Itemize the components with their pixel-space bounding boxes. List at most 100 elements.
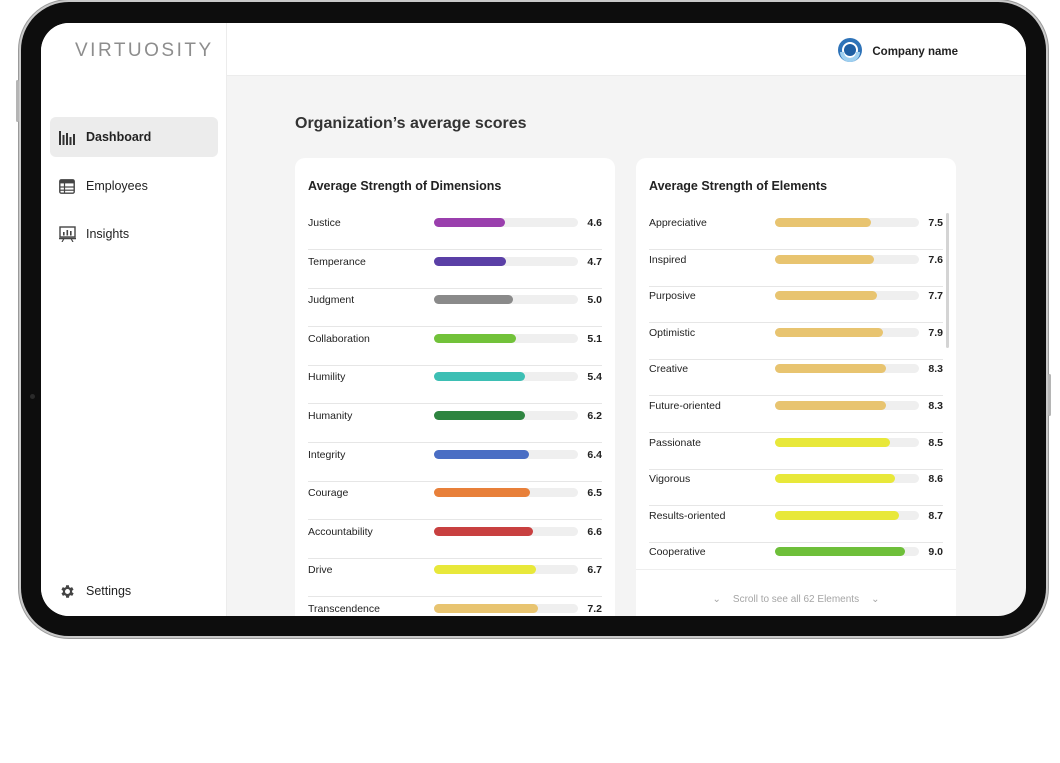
score-row: Courage 6.5	[308, 482, 602, 521]
score-bar-fill	[775, 364, 886, 374]
score-label: Results-oriented	[649, 509, 726, 522]
sidebar-item-employees[interactable]: Employees	[50, 166, 218, 206]
score-bar-fill	[434, 411, 525, 420]
score-row: Integrity 6.4	[308, 444, 602, 482]
score-bar-fill	[775, 254, 875, 264]
scrollbar[interactable]	[946, 213, 949, 348]
score-bar-fill	[434, 256, 506, 266]
chevron-down-icon: ⌄	[712, 593, 721, 605]
score-bar-fill	[434, 372, 525, 382]
score-value: 8.6	[928, 473, 943, 486]
page-title: Organization’s average scores	[295, 115, 527, 132]
score-row: Appreciative 7.5	[649, 212, 943, 250]
score-bar-fill	[775, 437, 891, 447]
score-label: Courage	[308, 487, 349, 500]
score-row: Purposive 7.7	[649, 285, 943, 324]
score-row: Justice 4.6	[308, 212, 602, 250]
score-value: 6.4	[587, 448, 602, 461]
bar-chart-icon	[58, 128, 76, 146]
score-label: Humanity	[308, 410, 353, 422]
score-label: Passionate	[649, 436, 701, 449]
score-bar-track	[434, 411, 578, 420]
card-title: Average Strength of Elements	[649, 179, 828, 193]
score-row: Humility 5.4	[308, 366, 602, 405]
top-bar: Company name	[227, 23, 1026, 76]
score-row: Future-oriented 8.3	[649, 395, 943, 433]
score-value: 6.2	[587, 410, 602, 422]
score-label: Appreciative	[649, 217, 707, 229]
scroll-hint-text: Scroll to see all 62 Elements	[732, 593, 860, 605]
score-bar-fill	[434, 604, 538, 613]
score-bar-fill	[434, 218, 505, 227]
score-row: Judgment 5.0	[308, 289, 602, 328]
scroll-hint[interactable]: ⌄ Scroll to see all 62 Elements ⌄	[636, 569, 956, 616]
score-label: Temperance	[308, 255, 366, 268]
score-row: Optimistic 7.9	[649, 322, 943, 360]
score-value: 7.6	[928, 253, 943, 266]
score-value: 7.9	[928, 326, 943, 339]
elements-card: Average Strength of Elements Appreciativ…	[636, 158, 956, 616]
score-bar-track	[434, 449, 578, 459]
score-value: 7.2	[587, 603, 602, 615]
score-label: Future-oriented	[649, 400, 721, 412]
side-button	[16, 80, 19, 122]
score-bar-fill	[775, 547, 905, 557]
score-row: Humanity 6.2	[308, 405, 602, 443]
score-bar-track	[434, 604, 578, 613]
score-bar-track	[434, 372, 578, 382]
score-label: Accountability	[308, 525, 373, 538]
score-label: Drive	[308, 564, 333, 577]
score-bar-track	[775, 510, 919, 520]
company-switcher[interactable]: Company name	[837, 37, 958, 66]
score-bar-track	[434, 218, 578, 227]
company-logo-icon	[837, 37, 863, 66]
score-value: 5.4	[587, 371, 602, 384]
score-value: 8.5	[928, 436, 943, 449]
side-button-right	[1048, 374, 1051, 416]
sidebar-item-insights[interactable]: Insights	[50, 214, 218, 254]
camera	[30, 394, 35, 399]
score-bar-track	[434, 333, 578, 343]
score-row: Vigorous 8.6	[649, 468, 943, 507]
score-value: 4.6	[587, 217, 602, 229]
score-row: Drive 6.7	[308, 559, 602, 598]
score-bar-fill	[434, 565, 537, 575]
score-value: 5.0	[587, 294, 602, 307]
score-bar-track	[434, 488, 578, 498]
card-title: Average Strength of Dimensions	[308, 179, 502, 193]
chevron-down-icon: ⌄	[871, 593, 880, 605]
sidebar-item-settings[interactable]: Settings	[50, 571, 218, 611]
screen: VIRTUOSITY Dashboard Employees Insights …	[41, 23, 1026, 616]
sidebar-item-label: Settings	[86, 584, 132, 598]
score-bar-fill	[775, 510, 899, 520]
score-label: Cooperative	[649, 546, 706, 559]
sidebar: VIRTUOSITY Dashboard Employees Insights …	[41, 23, 227, 616]
score-value: 6.5	[587, 487, 602, 500]
score-bar-track	[775, 291, 919, 301]
dimensions-card: Average Strength of Dimensions Justice 4.…	[295, 158, 615, 616]
presentation-icon	[58, 225, 76, 243]
logo: VIRTUOSITY	[75, 40, 214, 61]
score-label: Creative	[649, 363, 689, 376]
score-bar-fill	[775, 401, 886, 410]
score-value: 5.1	[587, 332, 602, 345]
score-value: 6.6	[587, 525, 602, 538]
sidebar-item-dashboard[interactable]: Dashboard	[50, 117, 218, 157]
score-value: 8.7	[928, 509, 943, 522]
score-row: Transcendence 7.2	[308, 598, 602, 616]
score-label: Collaboration	[308, 332, 370, 345]
score-value: 8.3	[928, 400, 943, 412]
gear-icon	[58, 582, 76, 600]
score-bar-fill	[434, 526, 534, 536]
score-bar-track	[775, 254, 919, 264]
score-row: Accountability 6.6	[308, 521, 602, 559]
score-row: Collaboration 5.1	[308, 328, 602, 366]
score-bar-fill	[775, 218, 872, 227]
score-label: Justice	[308, 217, 341, 229]
score-row: Results-oriented 8.7	[649, 505, 943, 543]
score-value: 7.7	[928, 290, 943, 303]
score-bar-fill	[434, 333, 517, 343]
score-value: 8.3	[928, 363, 943, 376]
score-bar-fill	[775, 327, 883, 337]
score-bar-track	[434, 256, 578, 266]
